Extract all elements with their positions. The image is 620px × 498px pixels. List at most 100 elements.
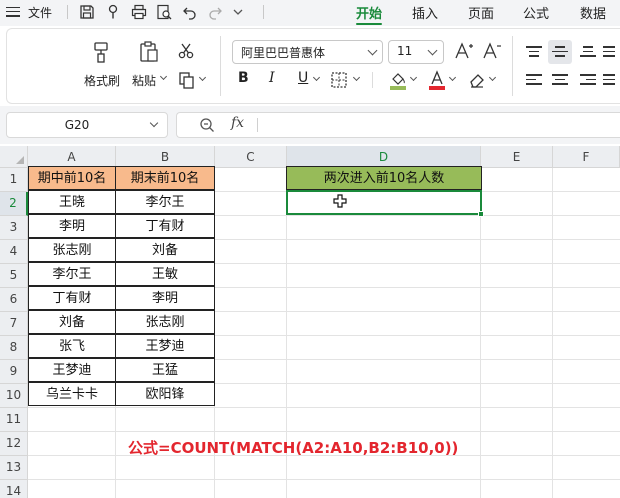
cell-a7[interactable]: 刘备 [28,310,116,334]
row-header-2[interactable]: 2 [0,192,28,216]
font-size-select[interactable]: 11 [388,40,444,64]
column-header-c[interactable]: C [215,146,287,168]
clear-format-icon[interactable] [468,71,486,89]
name-box-value: G20 [64,118,90,132]
quick-access-dropdown-icon[interactable] [229,3,247,21]
align-center-icon[interactable] [552,74,568,86]
undo-icon[interactable] [181,3,199,21]
copy-icon[interactable] [178,71,196,89]
redo-icon[interactable] [206,3,224,21]
cell-b6[interactable]: 李明 [115,286,215,310]
gridline [480,168,481,498]
file-menu[interactable]: 文件 [28,4,52,21]
chevron-down-icon [367,45,378,56]
row-header-1[interactable]: 1 [0,168,28,192]
chevron-down-icon [427,45,438,56]
row-header-12[interactable]: 12 [0,432,28,456]
column-header-f[interactable]: F [553,146,620,168]
cell-a3[interactable]: 李明 [28,214,116,238]
row-header-10[interactable]: 10 [0,384,28,408]
ribbon-divider [512,36,513,96]
row-header-9[interactable]: 9 [0,360,28,384]
paste-button[interactable]: 粘贴 [132,72,156,89]
formula-divider [257,118,258,132]
tab-insert[interactable]: 插入 [412,3,438,22]
cell-b7[interactable]: 张志刚 [115,310,215,334]
row-header-3[interactable]: 3 [0,216,28,240]
font-color-icon[interactable] [428,70,446,90]
menu-divider [67,5,68,19]
format-painter-icon[interactable] [90,40,112,64]
cell-a8[interactable]: 张飞 [28,334,116,358]
cell-b3[interactable]: 丁有财 [115,214,215,238]
row-header-13[interactable]: 13 [0,456,28,480]
cell-a1[interactable]: 期中前10名 [28,166,116,190]
fx-icon[interactable]: fx [231,115,244,131]
cell-b1[interactable]: 期末前10名 [115,166,215,190]
zoom-icon[interactable] [199,117,215,133]
save-icon[interactable] [78,3,96,21]
cell-b8[interactable]: 王梦迪 [115,334,215,358]
row-header-4[interactable]: 4 [0,240,28,264]
gridline [552,168,553,498]
fill-color-icon[interactable] [389,70,407,90]
format-painter-quick-icon[interactable] [104,3,122,21]
align-top-icon[interactable] [526,46,542,58]
column-header-a[interactable]: A [28,146,116,168]
column-header-d[interactable]: D [287,146,481,168]
row-header-14[interactable]: 14 [0,480,28,498]
cell-d1[interactable]: 两次进入前10名人数 [286,166,482,190]
justify-icon[interactable] [603,74,615,86]
print-icon[interactable] [130,3,148,21]
paste-icon[interactable] [138,40,160,64]
cell-b10[interactable]: 欧阳锋 [115,382,215,406]
italic-button[interactable]: I [269,70,275,86]
orientation-icon[interactable] [603,46,615,58]
column-header-e[interactable]: E [481,146,553,168]
tab-formula[interactable]: 公式 [523,3,549,22]
cell-cursor-icon [333,194,347,208]
row-header-7[interactable]: 7 [0,312,28,336]
ribbon-divider [220,36,221,96]
print-preview-icon[interactable] [155,3,173,21]
selected-cell-d2[interactable] [286,190,482,215]
align-bottom-icon[interactable] [580,46,596,58]
underline-button[interactable]: U [298,70,308,86]
font-name-select[interactable]: 阿里巴巴普惠体 [232,40,383,64]
fill-handle[interactable] [478,211,484,217]
chevron-down-icon[interactable] [149,118,159,128]
increase-font-icon[interactable] [454,41,474,61]
cell-a2[interactable]: 王晓 [28,190,116,214]
menu-icon[interactable] [6,4,20,20]
row-header-8[interactable]: 8 [0,336,28,360]
cell-b9[interactable]: 王猛 [115,358,215,382]
name-box[interactable]: G20 [6,112,168,138]
cell-a6[interactable]: 丁有财 [28,286,116,310]
align-middle-icon[interactable] [552,46,568,58]
bold-button[interactable]: B [238,70,249,86]
tab-page[interactable]: 页面 [468,3,494,22]
row-header-6[interactable]: 6 [0,288,28,312]
font-name-value: 阿里巴巴普惠体 [241,46,326,60]
cell-b5[interactable]: 王敏 [115,262,215,286]
cell-a10[interactable]: 乌兰卡卡 [28,382,116,406]
cell-b4[interactable]: 刘备 [115,238,215,262]
decrease-font-icon[interactable] [482,41,502,61]
cell-a5[interactable]: 李尔王 [28,262,116,286]
select-all-corner[interactable] [0,146,28,168]
border-icon[interactable] [330,71,348,89]
tab-data[interactable]: 数据 [580,3,606,22]
cut-icon[interactable] [177,42,195,60]
cell-a9[interactable]: 王梦迪 [28,358,116,382]
format-painter-button[interactable]: 格式刷 [84,72,120,89]
cell-b2[interactable]: 李尔王 [115,190,215,214]
gridline [28,431,620,432]
align-right-icon[interactable] [580,74,596,86]
align-left-icon[interactable] [526,74,542,86]
ribbon-divider [372,72,373,88]
row-header-5[interactable]: 5 [0,264,28,288]
column-header-b[interactable]: B [116,146,215,168]
cell-a4[interactable]: 张志刚 [28,238,116,262]
tab-home[interactable]: 开始 [356,3,382,22]
row-header-11[interactable]: 11 [0,408,28,432]
